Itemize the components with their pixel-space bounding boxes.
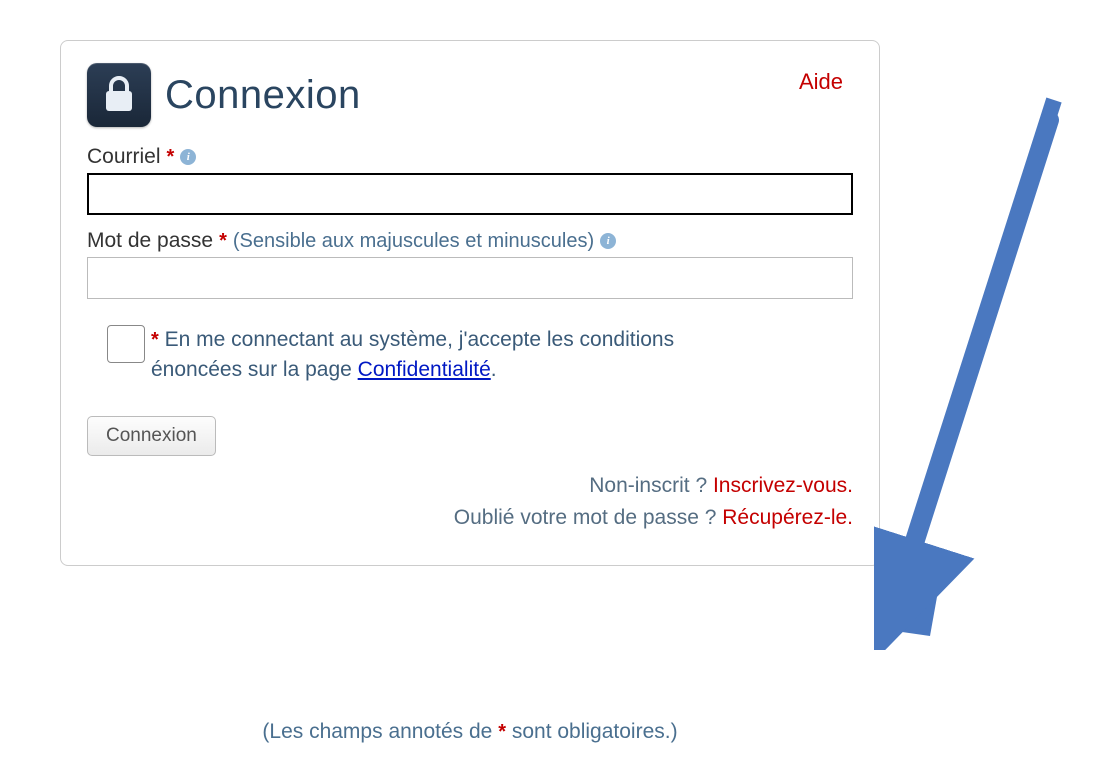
forgot-question: Oublié votre mot de passe ? <box>454 506 722 529</box>
note-part-b: sont obligatoires.) <box>506 720 678 743</box>
annotation-arrow-icon <box>874 90 1084 650</box>
password-label: Mot de passe <box>87 229 213 253</box>
email-input[interactable] <box>87 173 853 215</box>
password-field-block: Mot de passe * (Sensible aux majuscules e… <box>87 229 853 299</box>
email-field-block: Courriel * i <box>87 145 853 215</box>
register-question: Non-inscrit ? <box>589 474 713 497</box>
consent-row: * En me connectant au système, j'accepte… <box>107 325 853 386</box>
email-label: Courriel <box>87 145 161 169</box>
info-icon[interactable]: i <box>180 149 196 165</box>
annotation-arrow-icon <box>880 100 1080 640</box>
forgot-row: Oublié votre mot de passe ? Récupérez-le… <box>87 502 853 535</box>
title-wrap: Connexion <box>87 63 361 127</box>
password-hint: (Sensible aux majuscules et minuscules) <box>233 230 594 253</box>
password-label-row: Mot de passe * (Sensible aux majuscules e… <box>87 229 853 253</box>
email-label-row: Courriel * i <box>87 145 853 169</box>
panel-header: Connexion Aide <box>87 63 853 127</box>
required-star: * <box>167 146 175 169</box>
page-title: Connexion <box>165 73 361 118</box>
info-icon[interactable]: i <box>600 233 616 249</box>
login-panel: Connexion Aide Courriel * i Mot de passe *… <box>60 40 880 566</box>
login-button[interactable]: Connexion <box>87 416 216 456</box>
required-star: * <box>219 230 227 253</box>
required-star: * <box>151 329 159 351</box>
note-part-a: (Les champs annotés de <box>262 720 498 743</box>
consent-text-b: . <box>491 358 497 381</box>
required-fields-note: (Les champs annotés de * sont obligatoir… <box>60 720 880 744</box>
consent-text: * En me connectant au système, j'accepte… <box>151 325 751 386</box>
consent-checkbox[interactable] <box>107 325 145 363</box>
register-link[interactable]: Inscrivez-vous. <box>713 474 853 497</box>
forgot-link[interactable]: Récupérez-le. <box>722 506 853 529</box>
footer-links: Non-inscrit ? Inscrivez-vous. Oublié vot… <box>87 470 853 535</box>
help-link[interactable]: Aide <box>799 69 843 95</box>
privacy-link[interactable]: Confidentialité <box>358 358 491 381</box>
lock-icon <box>87 63 151 127</box>
register-row: Non-inscrit ? Inscrivez-vous. <box>87 470 853 503</box>
password-input[interactable] <box>87 257 853 299</box>
required-star: * <box>498 721 506 743</box>
